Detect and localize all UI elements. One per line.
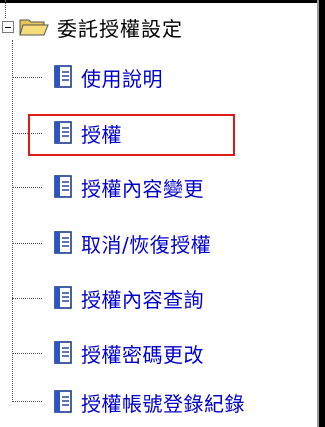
tree-connector-line: [12, 40, 13, 402]
tree-branch-line: [12, 133, 42, 134]
tree-item-label[interactable]: 授權帳號登錄紀錄: [81, 388, 245, 417]
document-icon: [54, 231, 72, 254]
document-icon: [54, 341, 72, 364]
tree-item-change[interactable]: 授權內容變更: [52, 172, 204, 202]
tree-item-label[interactable]: 授權密碼更改: [81, 339, 204, 368]
tree-branch-line: [12, 401, 42, 402]
document-icon: [54, 390, 72, 413]
document-icon: [54, 175, 72, 198]
tree-branch-line: [12, 353, 42, 354]
tree-branch-line: [12, 298, 42, 299]
tree-branch-line: [12, 187, 42, 188]
tree-item-label[interactable]: 授權: [81, 119, 122, 148]
document-icon: [54, 286, 72, 309]
tree-item-cancel-restore[interactable]: 取消/恢復授權: [52, 228, 211, 258]
document-icon: [54, 121, 72, 144]
tree-root-label: 委託授權設定: [57, 16, 183, 41]
open-folder-icon: [19, 19, 49, 36]
document-icon: [54, 65, 72, 88]
minus-box-icon[interactable]: [2, 21, 14, 33]
tree-item-change-password[interactable]: 授權密碼更改: [52, 338, 204, 368]
tree-item-label[interactable]: 使用說明: [81, 63, 163, 92]
tree-item-label[interactable]: 取消/恢復授權: [81, 229, 211, 258]
tree-branch-line: [12, 243, 42, 244]
tree-item-query[interactable]: 授權內容查詢: [52, 283, 204, 313]
tree-branch-line: [12, 77, 42, 78]
tree-item-usage[interactable]: 使用說明: [52, 62, 163, 92]
tree-item-label[interactable]: 授權內容查詢: [81, 284, 204, 313]
tree-view: 委託授權設定 使用說明 授權 授權內容變更 取消/恢復授權 授權內容查詢 授權密…: [0, 0, 317, 427]
tree-root-node[interactable]: 委託授權設定: [2, 12, 183, 42]
window-right-border: [319, 0, 325, 427]
tree-item-label[interactable]: 授權內容變更: [81, 173, 204, 202]
tree-item-authorize[interactable]: 授權: [52, 118, 122, 148]
tree-item-login-log[interactable]: 授權帳號登錄紀錄: [52, 387, 245, 417]
